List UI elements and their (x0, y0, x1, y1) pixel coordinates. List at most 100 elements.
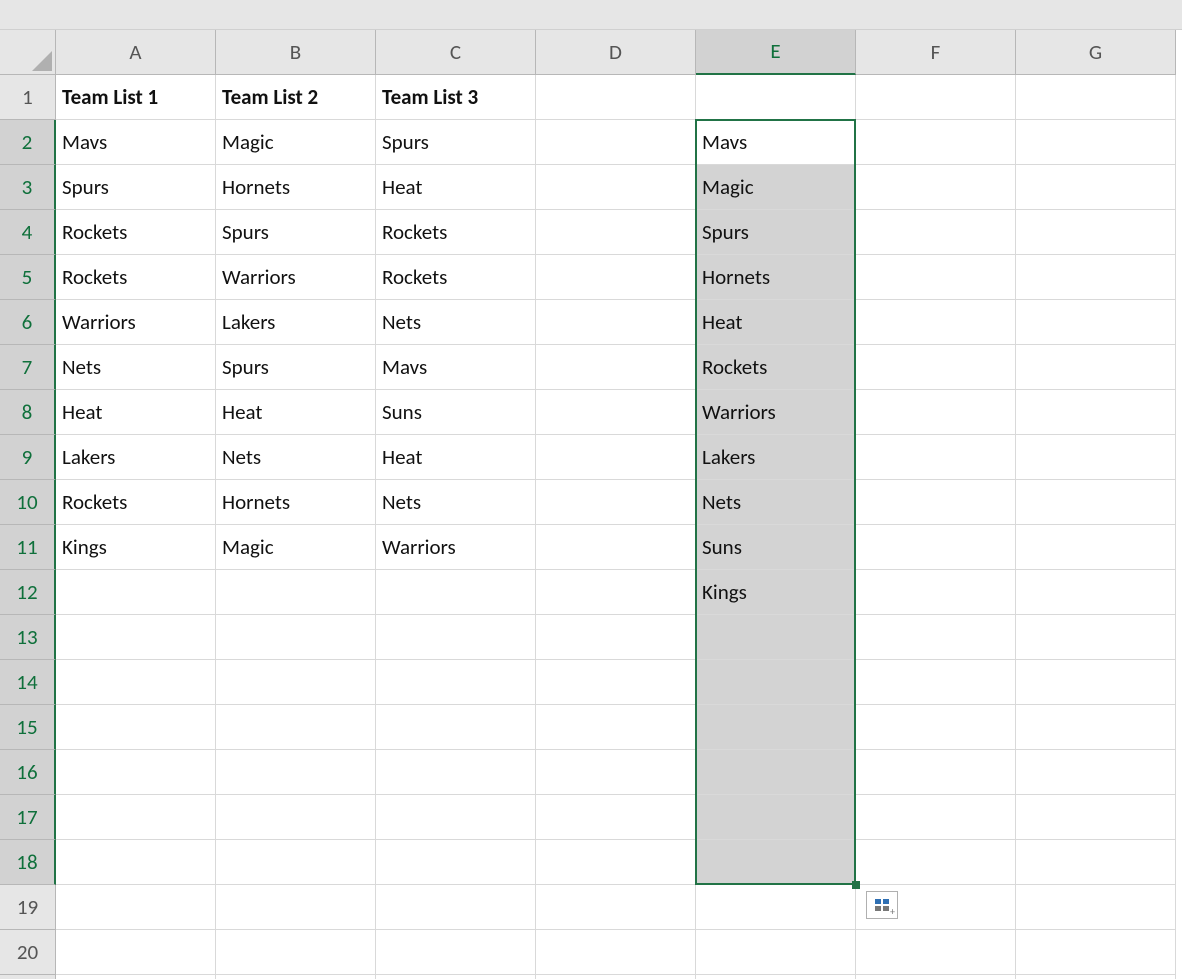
cell-B10[interactable]: Hornets (216, 480, 376, 525)
cell-D20[interactable] (536, 930, 696, 975)
row-header-11[interactable]: 11 (0, 525, 56, 570)
cell-A14[interactable] (56, 660, 216, 705)
row-header-2[interactable]: 2 (0, 120, 56, 165)
cell-F21[interactable] (856, 975, 1016, 979)
cell-C2[interactable]: Spurs (376, 120, 536, 165)
cell-F11[interactable] (856, 525, 1016, 570)
cell-A18[interactable] (56, 840, 216, 885)
cell-D17[interactable] (536, 795, 696, 840)
cell-C11[interactable]: Warriors (376, 525, 536, 570)
row-header-10[interactable]: 10 (0, 480, 56, 525)
worksheet-grid[interactable]: ABCDEFG1Team List 1Team List 2Team List … (0, 30, 1182, 979)
cell-E9[interactable]: Lakers (696, 435, 856, 480)
cell-B16[interactable] (216, 750, 376, 795)
cell-B6[interactable]: Lakers (216, 300, 376, 345)
cell-C5[interactable]: Rockets (376, 255, 536, 300)
cell-B14[interactable] (216, 660, 376, 705)
cell-G10[interactable] (1016, 480, 1176, 525)
cell-C20[interactable] (376, 930, 536, 975)
cell-G13[interactable] (1016, 615, 1176, 660)
cell-E7[interactable]: Rockets (696, 345, 856, 390)
cell-A8[interactable]: Heat (56, 390, 216, 435)
cell-D9[interactable] (536, 435, 696, 480)
cell-D13[interactable] (536, 615, 696, 660)
row-header-18[interactable]: 18 (0, 840, 56, 885)
cell-B11[interactable]: Magic (216, 525, 376, 570)
cell-E13[interactable] (696, 615, 856, 660)
cell-G2[interactable] (1016, 120, 1176, 165)
row-header-12[interactable]: 12 (0, 570, 56, 615)
cell-C21[interactable] (376, 975, 536, 979)
cell-F12[interactable] (856, 570, 1016, 615)
auto-fill-options-button[interactable]: + (866, 891, 898, 919)
cell-C1[interactable]: Team List 3 (376, 75, 536, 120)
select-all-corner[interactable] (0, 30, 56, 75)
cell-A6[interactable]: Warriors (56, 300, 216, 345)
cell-B4[interactable]: Spurs (216, 210, 376, 255)
cell-G20[interactable] (1016, 930, 1176, 975)
cell-E4[interactable]: Spurs (696, 210, 856, 255)
cell-A4[interactable]: Rockets (56, 210, 216, 255)
row-header-21[interactable]: 21 (0, 975, 56, 979)
cell-B18[interactable] (216, 840, 376, 885)
column-header-D[interactable]: D (536, 30, 696, 75)
column-header-B[interactable]: B (216, 30, 376, 75)
row-header-7[interactable]: 7 (0, 345, 56, 390)
cell-D7[interactable] (536, 345, 696, 390)
cell-C17[interactable] (376, 795, 536, 840)
cell-B15[interactable] (216, 705, 376, 750)
cell-B1[interactable]: Team List 2 (216, 75, 376, 120)
column-header-F[interactable]: F (856, 30, 1016, 75)
row-header-5[interactable]: 5 (0, 255, 56, 300)
cell-A10[interactable]: Rockets (56, 480, 216, 525)
cell-E14[interactable] (696, 660, 856, 705)
cell-C7[interactable]: Mavs (376, 345, 536, 390)
cell-C12[interactable] (376, 570, 536, 615)
cell-G9[interactable] (1016, 435, 1176, 480)
cell-G3[interactable] (1016, 165, 1176, 210)
cell-B2[interactable]: Magic (216, 120, 376, 165)
cell-A13[interactable] (56, 615, 216, 660)
cell-F17[interactable] (856, 795, 1016, 840)
cell-B19[interactable] (216, 885, 376, 930)
cell-D21[interactable] (536, 975, 696, 979)
cell-B13[interactable] (216, 615, 376, 660)
row-header-20[interactable]: 20 (0, 930, 56, 975)
cell-D2[interactable] (536, 120, 696, 165)
cell-F16[interactable] (856, 750, 1016, 795)
cell-E20[interactable] (696, 930, 856, 975)
cell-C4[interactable]: Rockets (376, 210, 536, 255)
column-header-A[interactable]: A (56, 30, 216, 75)
cell-D3[interactable] (536, 165, 696, 210)
cell-C15[interactable] (376, 705, 536, 750)
cell-D4[interactable] (536, 210, 696, 255)
cell-E6[interactable]: Heat (696, 300, 856, 345)
cell-D6[interactable] (536, 300, 696, 345)
cell-D19[interactable] (536, 885, 696, 930)
cell-E12[interactable]: Kings (696, 570, 856, 615)
cell-F18[interactable] (856, 840, 1016, 885)
row-header-14[interactable]: 14 (0, 660, 56, 705)
cell-G18[interactable] (1016, 840, 1176, 885)
row-header-8[interactable]: 8 (0, 390, 56, 435)
cell-E5[interactable]: Hornets (696, 255, 856, 300)
row-header-13[interactable]: 13 (0, 615, 56, 660)
cell-G6[interactable] (1016, 300, 1176, 345)
cell-E21[interactable] (696, 975, 856, 979)
cell-C13[interactable] (376, 615, 536, 660)
row-header-4[interactable]: 4 (0, 210, 56, 255)
cell-F6[interactable] (856, 300, 1016, 345)
cell-B8[interactable]: Heat (216, 390, 376, 435)
cell-A7[interactable]: Nets (56, 345, 216, 390)
cell-E1[interactable] (696, 75, 856, 120)
column-header-G[interactable]: G (1016, 30, 1176, 75)
cell-G8[interactable] (1016, 390, 1176, 435)
row-header-15[interactable]: 15 (0, 705, 56, 750)
row-header-16[interactable]: 16 (0, 750, 56, 795)
cell-C14[interactable] (376, 660, 536, 705)
cell-D14[interactable] (536, 660, 696, 705)
cell-A11[interactable]: Kings (56, 525, 216, 570)
cell-F10[interactable] (856, 480, 1016, 525)
cell-G17[interactable] (1016, 795, 1176, 840)
cell-E11[interactable]: Suns (696, 525, 856, 570)
